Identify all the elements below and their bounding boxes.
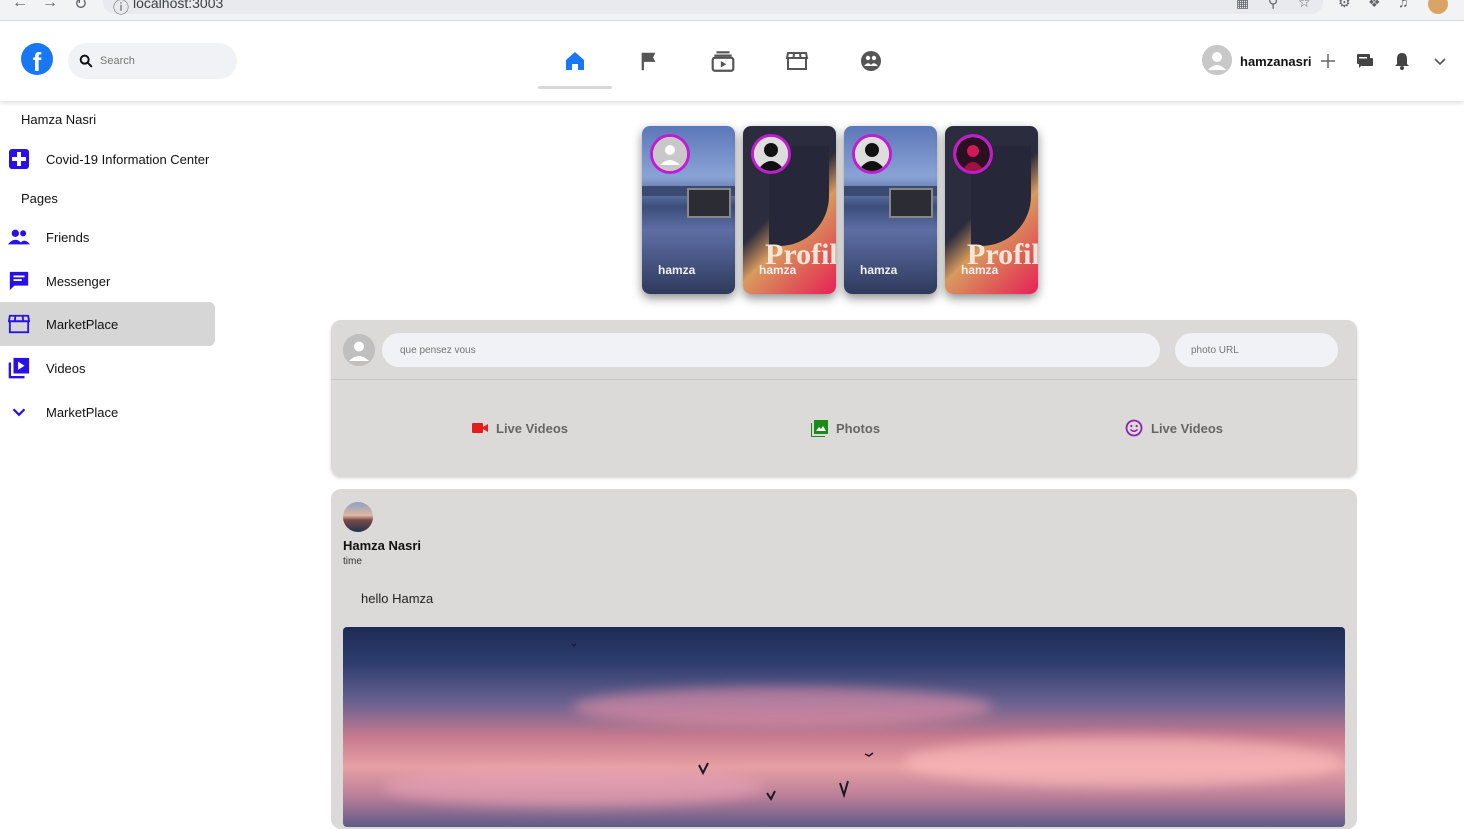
reload-icon[interactable]: ↻ [74,0,87,14]
birds-icon [343,627,1345,827]
extension-icon[interactable]: ⚙ [1338,0,1351,11]
address-bar[interactable] [103,0,1323,14]
pages-heading: Pages [21,191,58,206]
messenger-icon [8,270,30,292]
sidebar-item-label: MarketPlace [46,405,118,420]
story-card[interactable]: hamza [844,126,937,294]
forward-icon[interactable]: → [42,0,58,12]
address-url: localhost:3003 [133,0,223,11]
option-label: Live Videos [1151,421,1223,436]
tab-watch[interactable] [686,33,760,89]
story-name: hamza [860,263,897,277]
default-avatar-icon [653,137,687,171]
chevron-down-icon[interactable] [1430,51,1450,71]
puzzle-icon[interactable]: ❖ [1368,0,1381,11]
post-text-input[interactable] [382,333,1160,367]
default-avatar-icon [343,334,375,366]
tab-groups[interactable] [834,33,908,89]
back-icon[interactable]: ← [12,0,28,12]
sidebar-item-label: Messenger [46,274,110,289]
sidebar-profile-name[interactable]: Hamza Nasri [21,112,96,127]
silhouette-avatar-icon [855,137,889,171]
sidebar-item-videos[interactable]: Videos [0,346,215,390]
story-avatar [650,134,690,174]
chevron-down-icon [8,401,30,423]
medical-cross-icon [8,148,30,170]
photo-avatar-icon [956,137,990,171]
translate-icon[interactable]: ▦ [1236,0,1249,11]
tab-marketplace[interactable] [760,33,834,89]
create-post-box: Live Videos Photos Live Videos [331,320,1357,476]
story-avatar [751,134,791,174]
header-username[interactable]: hamzanasri [1240,54,1312,69]
sidebar-item-friends[interactable]: Friends [0,215,215,259]
silhouette-avatar-icon [754,137,788,171]
photos-button[interactable]: Photos [811,416,880,440]
story-name: hamza [658,263,695,277]
story-card[interactable]: Profil hamza [945,126,1038,294]
search-icon [78,53,94,69]
sidebar-item-label: Videos [46,361,86,376]
watch-video-icon [710,48,736,74]
photo-url-input[interactable] [1175,333,1338,367]
friends-icon [8,226,30,248]
videos-icon [8,357,30,379]
user-avatar[interactable] [1202,45,1232,75]
feed-post: Hamza Nasri time hello Hamza [331,489,1357,829]
divider [331,379,1357,380]
sidebar-item-label: Covid-19 Information Center [46,152,209,167]
plus-icon[interactable] [1318,51,1338,71]
option-label: Photos [836,421,880,436]
browser-profile-avatar[interactable] [1428,0,1448,14]
zoom-icon[interactable]: ⚲ [1268,0,1278,11]
story-avatar [852,134,892,174]
video-camera-icon [472,421,488,435]
marketplace-icon [8,313,30,335]
option-label: Live Videos [496,421,568,436]
facebook-logo[interactable]: f [21,43,53,75]
smiley-icon [1125,419,1143,437]
post-text: hello Hamza [361,591,433,606]
search-box[interactable] [68,43,237,79]
sidebar-item-covid[interactable]: Covid-19 Information Center [0,137,215,181]
bookmark-star-icon[interactable]: ☆ [1298,0,1311,11]
media-icon[interactable]: ♫ [1398,0,1409,10]
notifications-bell-icon[interactable] [1392,51,1412,71]
story-card[interactable]: Profil hamza [743,126,836,294]
post-image[interactable] [343,627,1345,827]
feeling-button[interactable]: Live Videos [1125,416,1223,440]
live-video-button[interactable]: Live Videos [472,416,568,440]
groups-icon [859,49,883,73]
tab-home[interactable] [538,33,612,89]
storefront-icon [785,49,809,73]
mirror-shape [687,188,731,218]
flag-icon [638,50,660,72]
story-name: hamza [759,263,796,277]
post-author-avatar[interactable] [343,502,373,532]
chat-icon[interactable] [1355,51,1375,71]
default-avatar-icon [1202,45,1232,75]
sidebar-item-marketplace[interactable]: MarketPlace [0,302,215,346]
mirror-shape [889,188,933,218]
search-input[interactable] [98,54,232,68]
sidebar-item-label: Friends [46,230,89,245]
sidebar-item-messenger[interactable]: Messenger [0,259,215,303]
story-card[interactable]: hamza [642,126,735,294]
tab-pages[interactable] [612,33,686,89]
info-icon[interactable]: ⓘ [113,0,129,18]
logo-letter: f [33,49,42,75]
top-header: f hamzanasri [0,21,1464,101]
composer-avatar[interactable] [343,334,375,366]
browser-toolbar: ← → ↻ ⓘ localhost:3003 ▦ ⚲ ☆ ⚙ ❖ ♫ [0,0,1464,21]
sidebar-item-more[interactable]: MarketPlace [0,390,215,434]
post-author-name[interactable]: Hamza Nasri [343,538,421,553]
story-name: hamza [961,263,998,277]
post-timestamp: time [343,556,362,567]
home-icon [563,49,587,73]
story-avatar [953,134,993,174]
photo-library-icon [811,420,828,437]
sidebar-item-label: MarketPlace [46,317,118,332]
